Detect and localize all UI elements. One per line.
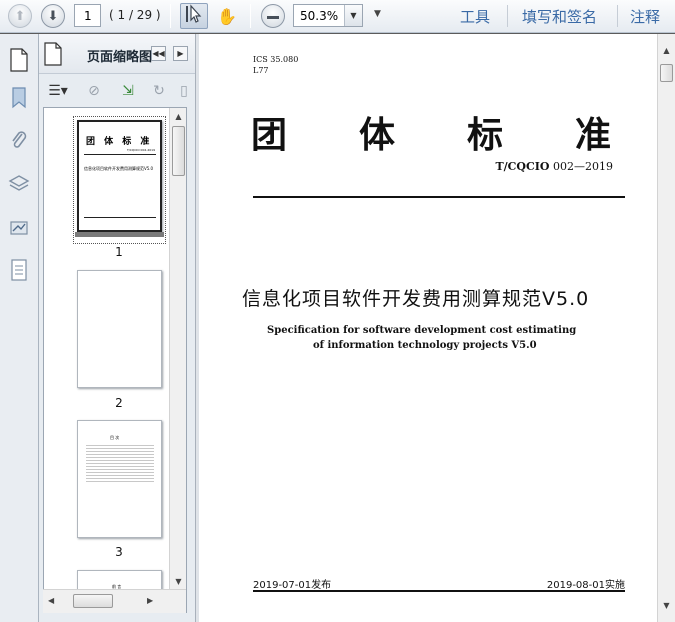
rotate-page-button[interactable]: ↻ xyxy=(147,80,171,102)
collapse-panel-button[interactable]: ◀◀ xyxy=(151,46,166,61)
scroll-down-icon[interactable]: ▼ xyxy=(170,573,186,589)
page-icon: ▯ xyxy=(180,83,188,99)
attachment-icon[interactable] xyxy=(5,126,33,154)
content-icon[interactable] xyxy=(5,256,33,284)
delete-page-button[interactable]: ⊘ xyxy=(82,80,106,102)
thumb-heading: 团 体 标 准 xyxy=(86,137,153,147)
heading-char: 团 xyxy=(251,114,288,156)
zoom-input[interactable] xyxy=(294,5,344,26)
scroll-thumb[interactable] xyxy=(73,594,113,608)
toolbar-divider xyxy=(170,4,171,28)
thumb-rule xyxy=(84,154,156,155)
thumbnail-horizontal-scrollbar[interactable]: ◀ ▶ xyxy=(43,589,186,613)
toolbar-divider xyxy=(250,4,251,28)
extract-page-icon: ⇲ xyxy=(122,83,134,99)
more-page-tools-button[interactable]: ▯ xyxy=(177,80,191,102)
scroll-thumb[interactable] xyxy=(172,126,185,176)
document-title-en-2: of information technology projects V5.0 xyxy=(313,340,537,351)
page-count: ( 1 / 29 ) xyxy=(109,8,161,22)
minus-icon xyxy=(267,9,279,24)
select-cursor-icon xyxy=(185,4,203,28)
thumbnail-label-3: 3 xyxy=(115,545,123,559)
hand-tool-button[interactable]: ✋ xyxy=(213,3,241,29)
heading-char: 体 xyxy=(359,114,396,156)
document-page: ICS 35.080 L77 团 体 标 准 T/CQCIO 002—2019 … xyxy=(199,34,657,622)
tools-link[interactable]: 工具 xyxy=(460,6,490,27)
panel-header: 页面缩略图 ◀◀ ▶ xyxy=(39,34,195,74)
standard-number-value: 002—2019 xyxy=(549,160,613,173)
toolbar-divider xyxy=(507,5,508,27)
thumbnail-shadow xyxy=(75,232,164,237)
delete-page-icon: ⊘ xyxy=(88,83,100,99)
select-tool-button[interactable] xyxy=(180,3,208,29)
panel-title: 页面缩略图 xyxy=(87,50,153,65)
scroll-down-icon[interactable]: ▼ xyxy=(658,597,675,613)
up-arrow-icon: ⬆ xyxy=(14,8,26,24)
implement-date: 2019-08-01实施 xyxy=(546,580,625,591)
scroll-right-icon[interactable]: ▶ xyxy=(147,596,153,605)
thumbnail-page-3[interactable]: 目 次 xyxy=(77,420,162,538)
page-number-input[interactable] xyxy=(74,4,101,27)
prev-page-button[interactable]: ⬆ xyxy=(8,4,32,28)
down-arrow-icon: ⬇ xyxy=(47,8,59,24)
standard-number-prefix: T/CQCIO xyxy=(495,160,550,173)
document-scrollbar[interactable]: ▲ ▼ xyxy=(657,34,675,622)
hand-icon: ✋ xyxy=(217,6,237,26)
navigation-rail xyxy=(0,34,39,622)
heading-char: 准 xyxy=(575,114,612,156)
bookmark-icon[interactable] xyxy=(5,84,33,112)
document-title-en-1: Specification for software development c… xyxy=(267,325,577,336)
toolbar: ⬆ ⬇ ( 1 / 29 ) ✋ ▼ ▼ 工具 填写和签名 注释 xyxy=(0,0,675,33)
thumb-heading: 目 次 xyxy=(110,435,120,440)
chevron-down-icon[interactable]: ▼ xyxy=(344,5,362,26)
footer-rule xyxy=(253,590,625,592)
document-title-cn: 信息化项目软件开发费用测算规范V5.0 xyxy=(242,288,590,310)
rotate-page-icon: ↻ xyxy=(153,83,165,99)
ccs-code: L77 xyxy=(253,66,269,75)
heading-char: 标 xyxy=(467,114,504,156)
thumbnail-options-button[interactable]: ☰▾ xyxy=(44,80,72,102)
thumbnail-label-2: 2 xyxy=(115,396,123,410)
page-thumbnails-icon[interactable] xyxy=(5,46,33,74)
thumb-toc-lines xyxy=(86,443,154,483)
header-rule xyxy=(253,196,625,198)
thumbnail-list[interactable]: 团 体 标 准 T/CQCIO 002-2019 信息化项目软件开发费用测算规范… xyxy=(43,107,187,613)
thumbnail-scrollbar[interactable]: ▲ ▼ xyxy=(169,108,186,612)
options-menu-icon: ☰▾ xyxy=(48,83,68,99)
extract-page-button[interactable]: ⇲ xyxy=(116,80,140,102)
scroll-thumb[interactable] xyxy=(660,64,673,82)
fill-sign-link[interactable]: 填写和签名 xyxy=(522,6,597,27)
panel-toolbar: ☰▾ ⊘ ⇲ ↻ ▯ xyxy=(39,75,195,107)
ics-code: ICS 35.080 xyxy=(253,55,299,64)
next-page-button[interactable]: ⬇ xyxy=(41,4,65,28)
scroll-up-icon[interactable]: ▲ xyxy=(170,108,186,124)
thumbnail-page-2[interactable] xyxy=(77,270,162,388)
comment-link[interactable]: 注释 xyxy=(630,6,660,27)
thumbnail-label-1: 1 xyxy=(115,245,123,259)
document-icon xyxy=(43,42,63,66)
scroll-up-icon[interactable]: ▲ xyxy=(658,42,675,58)
thumbnail-page-1[interactable]: 团 体 标 准 T/CQCIO 002-2019 信息化项目软件开发费用测算规范… xyxy=(77,120,162,232)
standard-number: T/CQCIO 002—2019 xyxy=(495,160,613,173)
scroll-left-icon[interactable]: ◀ xyxy=(48,596,54,605)
thumb-title: 信息化项目软件开发费用测算规范V5.0 xyxy=(84,166,154,171)
more-tools-icon[interactable]: ▼ xyxy=(374,9,381,19)
layers-icon[interactable] xyxy=(5,170,33,198)
thumb-code: T/CQCIO 002-2019 xyxy=(126,148,155,152)
zoom-select[interactable]: ▼ xyxy=(293,4,363,27)
toolbar-divider xyxy=(617,5,618,27)
publish-date: 2019-07-01发布 xyxy=(253,580,332,591)
thumbnails-panel: 页面缩略图 ◀◀ ▶ ☰▾ ⊘ ⇲ ↻ ▯ 团 体 标 准 T/CQCIO 00… xyxy=(39,34,195,622)
signatures-icon[interactable] xyxy=(5,214,33,242)
zoom-out-button[interactable] xyxy=(261,4,285,28)
panel-options-button[interactable]: ▶ xyxy=(173,46,188,61)
thumb-rule xyxy=(84,217,156,218)
